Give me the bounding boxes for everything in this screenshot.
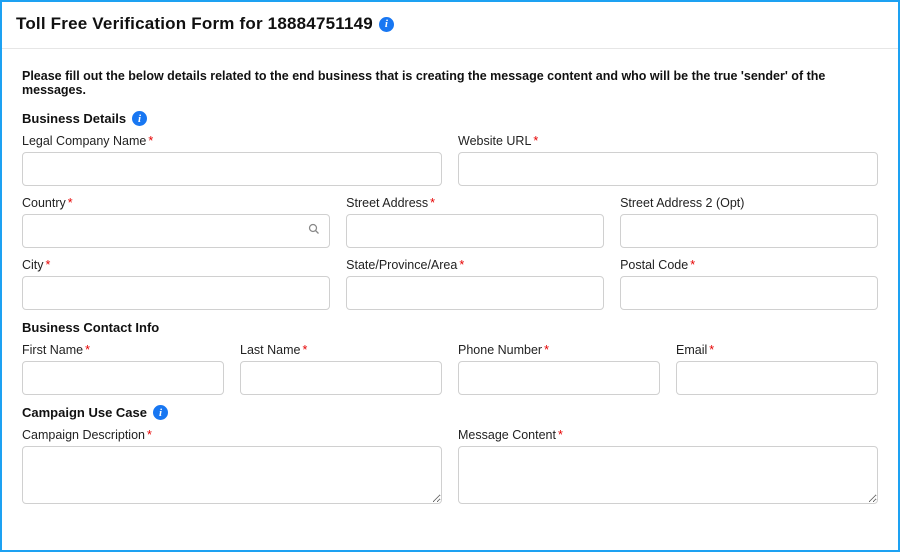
info-icon[interactable]: i xyxy=(379,17,394,32)
field-state: State/Province/Area* xyxy=(346,258,604,310)
label-city: City* xyxy=(22,258,330,272)
divider xyxy=(2,48,898,49)
field-campaign-description: Campaign Description* xyxy=(22,428,442,504)
label-postal: Postal Code* xyxy=(620,258,878,272)
label-email: Email* xyxy=(676,343,878,357)
row-contact: First Name* Last Name* Phone Number* Ema… xyxy=(22,343,878,395)
label-text: Street Address xyxy=(346,196,428,210)
required-mark: * xyxy=(690,258,695,272)
label-text: Phone Number xyxy=(458,343,542,357)
field-country: Country* xyxy=(22,196,330,248)
required-mark: * xyxy=(430,196,435,210)
field-email: Email* xyxy=(676,343,878,395)
input-city[interactable] xyxy=(22,276,330,310)
row-business-1: Legal Company Name* Website URL* xyxy=(22,134,878,186)
row-campaign: Campaign Description* Message Content* xyxy=(22,428,878,504)
label-text: First Name xyxy=(22,343,83,357)
field-website: Website URL* xyxy=(458,134,878,186)
input-last-name[interactable] xyxy=(240,361,442,395)
field-street2: Street Address 2 (Opt) xyxy=(620,196,878,248)
label-country: Country* xyxy=(22,196,330,210)
label-text: Campaign Description xyxy=(22,428,145,442)
label-street1: Street Address* xyxy=(346,196,604,210)
label-text: Country xyxy=(22,196,66,210)
input-legal-name[interactable] xyxy=(22,152,442,186)
input-phone[interactable] xyxy=(458,361,660,395)
section-title: Business Contact Info xyxy=(22,320,159,335)
input-state[interactable] xyxy=(346,276,604,310)
section-contact-info: Business Contact Info xyxy=(22,320,878,335)
required-mark: * xyxy=(148,134,153,148)
label-phone: Phone Number* xyxy=(458,343,660,357)
required-mark: * xyxy=(558,428,563,442)
section-title: Business Details xyxy=(22,111,126,126)
field-legal-name: Legal Company Name* xyxy=(22,134,442,186)
input-campaign-description[interactable] xyxy=(22,446,442,504)
field-first-name: First Name* xyxy=(22,343,224,395)
page-title-row: Toll Free Verification Form for 18884751… xyxy=(16,14,884,48)
input-website[interactable] xyxy=(458,152,878,186)
input-street2[interactable] xyxy=(620,214,878,248)
label-text: City xyxy=(22,258,44,272)
label-legal-name: Legal Company Name* xyxy=(22,134,442,148)
required-mark: * xyxy=(459,258,464,272)
label-state: State/Province/Area* xyxy=(346,258,604,272)
label-text: Website URL xyxy=(458,134,531,148)
label-first-name: First Name* xyxy=(22,343,224,357)
info-icon[interactable]: i xyxy=(153,405,168,420)
required-mark: * xyxy=(147,428,152,442)
label-text: State/Province/Area xyxy=(346,258,457,272)
label-text: Postal Code xyxy=(620,258,688,272)
required-mark: * xyxy=(46,258,51,272)
label-street2: Street Address 2 (Opt) xyxy=(620,196,878,210)
label-website: Website URL* xyxy=(458,134,878,148)
input-street1[interactable] xyxy=(346,214,604,248)
label-last-name: Last Name* xyxy=(240,343,442,357)
input-postal[interactable] xyxy=(620,276,878,310)
country-search-wrap xyxy=(22,214,330,248)
field-street1: Street Address* xyxy=(346,196,604,248)
required-mark: * xyxy=(709,343,714,357)
section-business-details: Business Details i xyxy=(22,111,878,126)
section-title: Campaign Use Case xyxy=(22,405,147,420)
label-campaign-description: Campaign Description* xyxy=(22,428,442,442)
label-text: Last Name xyxy=(240,343,300,357)
info-icon[interactable]: i xyxy=(132,111,147,126)
page-title: Toll Free Verification Form for 18884751… xyxy=(16,14,373,34)
input-country[interactable] xyxy=(22,214,330,248)
required-mark: * xyxy=(533,134,538,148)
input-message-content[interactable] xyxy=(458,446,878,504)
required-mark: * xyxy=(68,196,73,210)
input-email[interactable] xyxy=(676,361,878,395)
field-phone: Phone Number* xyxy=(458,343,660,395)
field-last-name: Last Name* xyxy=(240,343,442,395)
field-postal: Postal Code* xyxy=(620,258,878,310)
required-mark: * xyxy=(85,343,90,357)
label-text: Message Content xyxy=(458,428,556,442)
field-city: City* xyxy=(22,258,330,310)
row-business-3: City* State/Province/Area* Postal Code* xyxy=(22,258,878,310)
row-business-2: Country* Street Address* Street Address … xyxy=(22,196,878,248)
instructions-text: Please fill out the below details relate… xyxy=(22,69,878,97)
input-first-name[interactable] xyxy=(22,361,224,395)
label-text: Legal Company Name xyxy=(22,134,146,148)
label-text: Email xyxy=(676,343,707,357)
label-message-content: Message Content* xyxy=(458,428,878,442)
form-frame: Toll Free Verification Form for 18884751… xyxy=(0,0,900,552)
required-mark: * xyxy=(544,343,549,357)
required-mark: * xyxy=(302,343,307,357)
label-text: Street Address 2 (Opt) xyxy=(620,196,744,210)
section-campaign: Campaign Use Case i xyxy=(22,405,878,420)
field-message-content: Message Content* xyxy=(458,428,878,504)
